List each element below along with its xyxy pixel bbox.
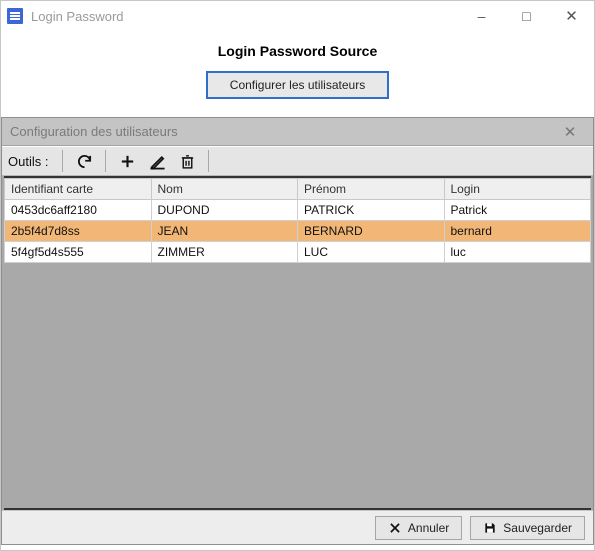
table-header-row: Identifiant carte Nom Prénom Login: [5, 179, 591, 200]
col-login[interactable]: Login: [444, 179, 591, 200]
table-row[interactable]: 5f4gf5d4s555ZIMMERLUCluc: [5, 242, 591, 263]
cell-login[interactable]: bernard: [444, 221, 591, 242]
panel-footer: Annuler Sauvegarder: [2, 510, 593, 544]
window-title: Login Password: [31, 9, 459, 24]
toolbar-label: Outils :: [8, 154, 48, 169]
table-row[interactable]: 0453dc6aff2180DUPONDPATRICKPatrick: [5, 200, 591, 221]
save-button[interactable]: Sauvegarder: [470, 516, 585, 540]
users-config-panel: Configuration des utilisateurs ✕ Outils …: [1, 117, 594, 545]
users-table: Identifiant carte Nom Prénom Login 0453d…: [4, 178, 591, 263]
cell-nom[interactable]: DUPOND: [151, 200, 298, 221]
cell-prenom[interactable]: BERNARD: [298, 221, 445, 242]
minimize-icon[interactable]: –: [459, 1, 504, 31]
cell-id[interactable]: 5f4gf5d4s555: [5, 242, 152, 263]
delete-icon[interactable]: [174, 149, 200, 173]
col-identifiant[interactable]: Identifiant carte: [5, 179, 152, 200]
cell-nom[interactable]: JEAN: [151, 221, 298, 242]
cell-prenom[interactable]: LUC: [298, 242, 445, 263]
toolbar-separator: [208, 150, 209, 172]
col-prenom[interactable]: Prénom: [298, 179, 445, 200]
panel-titlebar: Configuration des utilisateurs ✕: [2, 118, 593, 146]
titlebar: Login Password – □ ✕: [1, 1, 594, 31]
save-label: Sauvegarder: [503, 521, 572, 535]
cell-nom[interactable]: ZIMMER: [151, 242, 298, 263]
configure-users-button[interactable]: Configurer les utilisateurs: [206, 71, 389, 99]
page-title: Login Password Source: [1, 31, 594, 71]
app-icon: [7, 8, 23, 24]
configure-row: Configurer les utilisateurs: [1, 71, 594, 117]
toolbar-separator: [62, 150, 63, 172]
edit-icon[interactable]: [144, 149, 170, 173]
cell-id[interactable]: 2b5f4d7d8ss: [5, 221, 152, 242]
close-icon[interactable]: ✕: [549, 1, 594, 31]
cancel-button[interactable]: Annuler: [375, 516, 462, 540]
table-row[interactable]: 2b5f4d7d8ssJEANBERNARDbernard: [5, 221, 591, 242]
cell-prenom[interactable]: PATRICK: [298, 200, 445, 221]
panel-title: Configuration des utilisateurs: [10, 124, 555, 139]
add-icon[interactable]: [114, 149, 140, 173]
window-controls: – □ ✕: [459, 1, 594, 31]
cancel-icon: [388, 521, 402, 535]
maximize-icon[interactable]: □: [504, 1, 549, 31]
users-table-wrap: Identifiant carte Nom Prénom Login 0453d…: [4, 176, 591, 510]
refresh-icon[interactable]: [71, 149, 97, 173]
save-icon: [483, 521, 497, 535]
table-empty-area: [4, 263, 591, 510]
col-nom[interactable]: Nom: [151, 179, 298, 200]
cell-id[interactable]: 0453dc6aff2180: [5, 200, 152, 221]
cell-login[interactable]: luc: [444, 242, 591, 263]
panel-close-icon[interactable]: ✕: [555, 123, 585, 141]
toolbar-separator: [105, 150, 106, 172]
cell-login[interactable]: Patrick: [444, 200, 591, 221]
cancel-label: Annuler: [408, 521, 449, 535]
toolbar: Outils :: [2, 146, 593, 176]
